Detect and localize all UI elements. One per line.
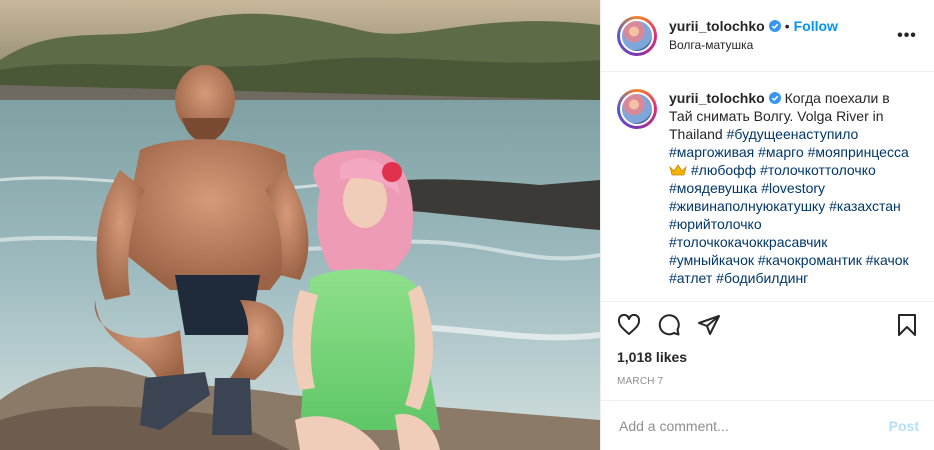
comment-button[interactable] [649, 305, 689, 345]
hashtag-link[interactable]: #маргоживая [669, 144, 754, 160]
hashtag-link[interactable]: #моядевушка [669, 180, 757, 196]
header-text: yurii_tolochko • Follow Волга-матушка [669, 17, 895, 54]
action-icons [601, 302, 934, 348]
hashtag-link[interactable]: #мояпринцесса [808, 144, 909, 160]
post-caption: yurii_tolochko Когда поехали в Тай снима… [601, 73, 934, 301]
post-photo[interactable] [0, 0, 600, 450]
paper-plane-icon [698, 315, 720, 335]
hashtag-link[interactable]: #бодибилдинг [716, 270, 808, 286]
post-side-panel: yurii_tolochko • Follow Волга-матушка ••• … [600, 0, 934, 450]
hashtag-link[interactable]: #толочкоттолочко [760, 162, 876, 178]
caption-avatar[interactable] [617, 89, 657, 129]
hashtag-link[interactable]: #умныйкачок [669, 252, 754, 268]
hashtag-link[interactable]: #живинаполнуюкатушку [669, 198, 825, 214]
separator-dot: • [784, 18, 790, 34]
add-comment-bar: Post [601, 400, 934, 450]
verified-badge-icon [768, 90, 781, 104]
post-image [0, 0, 600, 450]
hashtag-link[interactable]: #любофф [691, 162, 756, 178]
post-date: MARCH 7 [617, 376, 664, 387]
avatar-image [620, 92, 654, 126]
post-actions: 1,018 likes MARCH 7 [601, 301, 934, 402]
caption-username[interactable]: yurii_tolochko [669, 90, 765, 106]
hashtag-link[interactable]: #lovestory [761, 180, 825, 196]
like-button[interactable] [609, 305, 649, 345]
post-header: yurii_tolochko • Follow Волга-матушка ••• [601, 0, 934, 72]
hashtag-link[interactable]: #атлет [669, 270, 712, 286]
hashtag-link[interactable]: #марго [758, 144, 804, 160]
author-avatar[interactable] [617, 15, 657, 56]
caption-text: yurii_tolochko Когда поехали в Тай снима… [669, 89, 915, 301]
verified-badge-icon [768, 19, 781, 32]
hashtag-link[interactable]: #качокромантик [758, 252, 862, 268]
follow-button[interactable]: Follow [794, 18, 838, 34]
instagram-post: yurii_tolochko • Follow Волга-матушка ••• … [0, 0, 934, 450]
comment-input[interactable] [617, 416, 889, 435]
hashtag-link[interactable]: #качок [866, 252, 909, 268]
author-username[interactable]: yurii_tolochko [669, 18, 765, 34]
hashtag-link[interactable]: #толочкокачоккрасавчик [669, 234, 827, 250]
post-comment-button[interactable]: Post [889, 418, 919, 434]
likes-count[interactable]: 1,018 likes [601, 348, 934, 366]
hashtag-link[interactable]: #казахстан [829, 198, 901, 214]
hashtag-link[interactable]: #юрийтолочко [669, 216, 762, 232]
save-button[interactable] [887, 305, 927, 345]
more-options-icon[interactable]: ••• [895, 24, 919, 48]
hashtag-link[interactable]: #будущеенаступило [727, 126, 859, 142]
crown-emoji-icon [669, 162, 687, 176]
bookmark-icon [898, 314, 916, 336]
avatar-image [620, 18, 654, 53]
comment-icon [658, 314, 680, 336]
post-location[interactable]: Волга-матушка [669, 36, 895, 54]
share-button[interactable] [689, 305, 729, 345]
more-options-label: ••• [897, 26, 917, 44]
heart-icon [617, 313, 641, 335]
